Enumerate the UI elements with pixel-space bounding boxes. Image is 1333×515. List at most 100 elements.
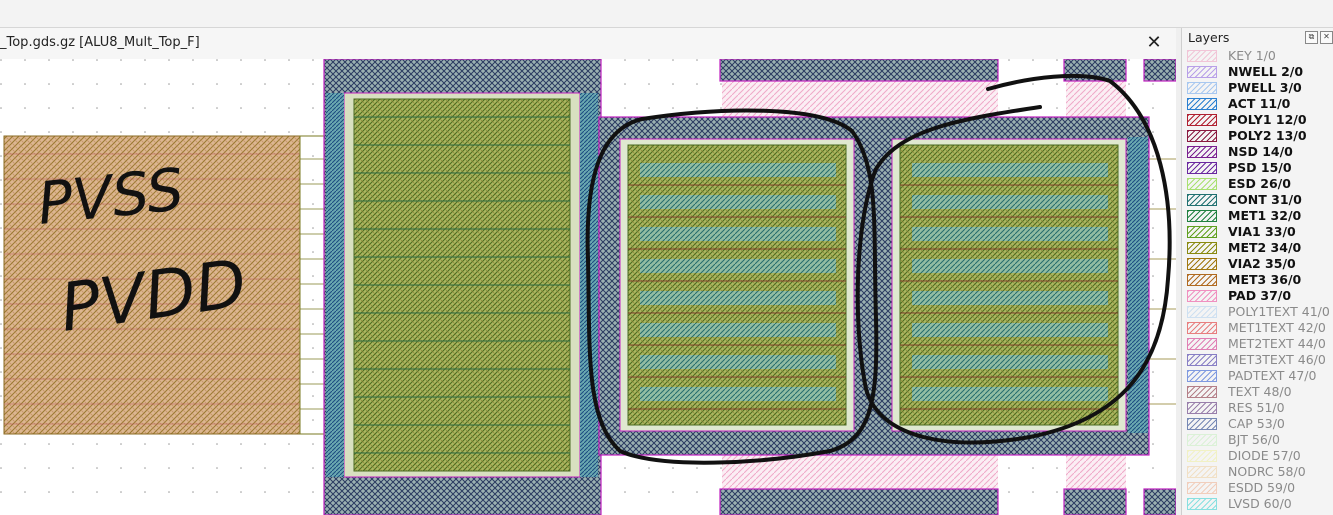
- guard-piece-bottom: [1063, 488, 1127, 515]
- layer-name: DIODE 57/0: [1228, 448, 1301, 463]
- transistor-b: [899, 144, 1119, 426]
- layer-swatch[interactable]: [1187, 66, 1217, 78]
- layer-swatch[interactable]: [1187, 130, 1217, 142]
- layers-panel-title: Layers: [1188, 30, 1230, 45]
- layout-drawing: PVSS PVDD: [0, 59, 1176, 515]
- layer-name: MET1 32/0: [1228, 208, 1302, 223]
- top-toolbar: [0, 0, 1333, 28]
- layer-row[interactable]: MET1 32/0: [1184, 208, 1333, 224]
- active-edge: [1128, 137, 1148, 433]
- layer-swatch[interactable]: [1187, 258, 1217, 270]
- layer-swatch[interactable]: [1187, 322, 1217, 334]
- layer-name: MET3TEXT 46/0: [1228, 352, 1326, 367]
- layer-name: RES 51/0: [1228, 400, 1285, 415]
- layer-name: POLY1TEXT 41/0: [1228, 304, 1330, 319]
- layer-swatch[interactable]: [1187, 82, 1217, 94]
- layer-name: PWELL 3/0: [1228, 80, 1302, 95]
- layer-row[interactable]: PAD 37/0: [1184, 288, 1333, 304]
- layer-row[interactable]: MET3TEXT 46/0: [1184, 352, 1333, 368]
- layer-name: CAP 53/0: [1228, 416, 1285, 431]
- layer-name: ESDD 59/0: [1228, 480, 1296, 495]
- layer-swatch[interactable]: [1187, 290, 1217, 302]
- layer-row[interactable]: PSD 15/0: [1184, 160, 1333, 176]
- layer-row[interactable]: MET1TEXT 42/0: [1184, 320, 1333, 336]
- layer-row[interactable]: DIODE 57/0: [1184, 448, 1333, 464]
- layer-swatch[interactable]: [1187, 450, 1217, 462]
- layer-row[interactable]: VIA2 35/0: [1184, 256, 1333, 272]
- layer-row[interactable]: PADTEXT 47/0: [1184, 368, 1333, 384]
- layer-row[interactable]: MET2TEXT 44/0: [1184, 336, 1333, 352]
- layer-name: PAD 37/0: [1228, 288, 1292, 303]
- layer-name: MET2TEXT 44/0: [1228, 336, 1326, 351]
- layer-row[interactable]: PWELL 3/0: [1184, 80, 1333, 96]
- layer-row[interactable]: CONT 31/0: [1184, 192, 1333, 208]
- layer-row[interactable]: KEY 1/0: [1184, 48, 1333, 64]
- layer-swatch[interactable]: [1187, 50, 1217, 62]
- close-panel-button[interactable]: ✕: [1320, 31, 1333, 44]
- layer-name: NWELL 2/0: [1228, 64, 1304, 79]
- layer-row[interactable]: LVSD 60/0: [1184, 496, 1333, 512]
- layer-name: CONT 31/0: [1228, 192, 1302, 207]
- active-edge: [326, 93, 344, 477]
- layer-swatch[interactable]: [1187, 354, 1217, 366]
- layer-row[interactable]: ESD 26/0: [1184, 176, 1333, 192]
- layer-swatch[interactable]: [1187, 434, 1217, 446]
- document-title: _Top.gds.gz [ALU8_Mult_Top_F]: [0, 35, 200, 50]
- layer-swatch[interactable]: [1187, 370, 1217, 382]
- layer-name: POLY1 12/0: [1228, 112, 1307, 127]
- layer-row[interactable]: BJT 56/0: [1184, 432, 1333, 448]
- layer-swatch[interactable]: [1187, 482, 1217, 494]
- layer-swatch[interactable]: [1187, 242, 1217, 254]
- layer-swatch[interactable]: [1187, 338, 1217, 350]
- layer-swatch[interactable]: [1187, 178, 1217, 190]
- guard-piece-top: [719, 59, 999, 82]
- layer-name: MET1TEXT 42/0: [1228, 320, 1326, 335]
- layer-name: KEY 1/0: [1228, 48, 1276, 63]
- layer-row[interactable]: NSD 14/0: [1184, 144, 1333, 160]
- layer-swatch[interactable]: [1187, 114, 1217, 126]
- layer-name: MET3 36/0: [1228, 272, 1302, 287]
- layer-swatch[interactable]: [1187, 498, 1217, 510]
- layer-swatch[interactable]: [1187, 306, 1217, 318]
- close-document-button[interactable]: ✕: [1144, 33, 1164, 53]
- layer-name: NSD 14/0: [1228, 144, 1293, 159]
- layer-name: LVSD 60/0: [1228, 496, 1292, 511]
- layer-row[interactable]: CAP 53/0: [1184, 416, 1333, 432]
- layer-swatch[interactable]: [1187, 162, 1217, 174]
- layer-swatch[interactable]: [1187, 146, 1217, 158]
- layer-row[interactable]: VIA1 33/0: [1184, 224, 1333, 240]
- layer-swatch[interactable]: [1187, 466, 1217, 478]
- guard-piece-top: [1143, 59, 1176, 82]
- layer-swatch[interactable]: [1187, 418, 1217, 430]
- layer-swatch[interactable]: [1187, 274, 1217, 286]
- layer-swatch[interactable]: [1187, 210, 1217, 222]
- layer-name: PADTEXT 47/0: [1228, 368, 1317, 383]
- layer-swatch[interactable]: [1187, 98, 1217, 110]
- layer-swatch[interactable]: [1187, 402, 1217, 414]
- layer-row[interactable]: NWELL 2/0: [1184, 64, 1333, 80]
- layer-swatch[interactable]: [1187, 226, 1217, 238]
- layer-row[interactable]: MET2 34/0: [1184, 240, 1333, 256]
- layout-canvas[interactable]: PVSS PVDD: [0, 59, 1176, 515]
- layer-row[interactable]: TEXT 48/0: [1184, 384, 1333, 400]
- document-tab[interactable]: _Top.gds.gz [ALU8_Mult_Top_F] ✕: [0, 28, 1176, 60]
- layer-row[interactable]: POLY1TEXT 41/0: [1184, 304, 1333, 320]
- guard-piece-bottom: [1143, 488, 1176, 515]
- layer-row[interactable]: POLY2 13/0: [1184, 128, 1333, 144]
- layer-name: NODRC 58/0: [1228, 464, 1306, 479]
- layer-name: MET2 34/0: [1228, 240, 1302, 255]
- layer-row[interactable]: NODRC 58/0: [1184, 464, 1333, 480]
- layer-name: VIA1 33/0: [1228, 224, 1296, 239]
- layer-row[interactable]: ESDD 59/0: [1184, 480, 1333, 496]
- layer-swatch[interactable]: [1187, 194, 1217, 206]
- layer-swatch[interactable]: [1187, 386, 1217, 398]
- layer-row[interactable]: MET3 36/0: [1184, 272, 1333, 288]
- float-panel-button[interactable]: ⧉: [1305, 31, 1318, 44]
- guard-piece-bottom: [719, 488, 999, 515]
- layer-list: KEY 1/0 NWELL 2/0 PWELL 3/0 ACT 11/0 POLY1 1…: [1184, 48, 1333, 512]
- layer-row[interactable]: POLY1 12/0: [1184, 112, 1333, 128]
- layer-row[interactable]: RES 51/0: [1184, 400, 1333, 416]
- transistor-a: [627, 144, 847, 426]
- layer-name: POLY2 13/0: [1228, 128, 1307, 143]
- layer-row[interactable]: ACT 11/0: [1184, 96, 1333, 112]
